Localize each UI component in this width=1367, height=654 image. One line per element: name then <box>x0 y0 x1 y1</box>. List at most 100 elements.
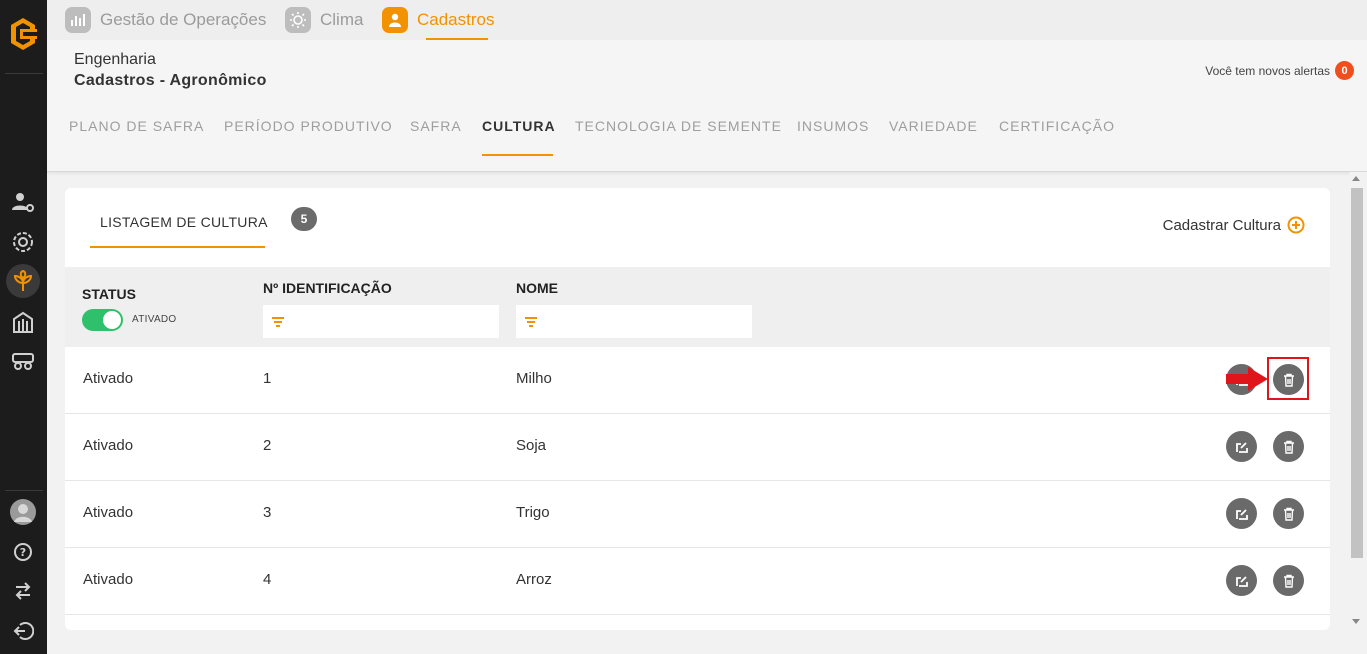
edit-icon <box>1235 441 1248 453</box>
status-cell: Ativado <box>83 370 134 387</box>
table-row: Ativado 4 Arroz <box>65 548 1330 615</box>
edit-icon <box>1235 508 1248 520</box>
name-filter-field[interactable] <box>516 305 752 338</box>
list-tab-label[interactable]: LISTAGEM DE CULTURA <box>100 214 268 230</box>
filter-icon <box>525 316 537 327</box>
tab-certificacao[interactable]: CERTIFICAÇÃO <box>999 118 1115 134</box>
user-avatar[interactable] <box>8 497 38 527</box>
edit-button[interactable] <box>1226 431 1257 462</box>
scroll-up-arrow-icon[interactable] <box>1352 176 1360 181</box>
alerts-count-badge: 0 <box>1335 61 1354 80</box>
operations-chart-icon <box>65 7 91 33</box>
tab-variedade[interactable]: VARIEDADE <box>889 118 978 134</box>
switch-button[interactable] <box>8 576 38 606</box>
target-gear-icon <box>13 232 33 252</box>
logout-icon <box>13 622 34 640</box>
app-tab-label: Clima <box>320 10 364 29</box>
list-tab-indicator <box>90 246 265 248</box>
id-filter-field[interactable] <box>263 305 499 338</box>
sidebar-divider <box>5 73 43 74</box>
silo-icon <box>13 311 33 333</box>
tab-plano-de-safra[interactable]: PLANO DE SAFRA <box>69 118 204 134</box>
active-tab-indicator <box>482 154 553 156</box>
delete-button[interactable] <box>1273 431 1304 462</box>
svg-text:?: ? <box>20 546 26 559</box>
add-crop-button[interactable]: Cadastrar Cultura <box>1163 216 1305 234</box>
app-tab-bar: Gestão de Operações Clima Cadastros <box>47 0 1367 40</box>
annotation-arrow-icon <box>1226 367 1268 391</box>
id-cell: 1 <box>263 370 272 387</box>
sidebar-item-operations[interactable] <box>8 227 38 257</box>
scrollbar-thumb[interactable] <box>1351 188 1363 558</box>
edit-button[interactable] <box>1226 498 1257 529</box>
id-cell: 4 <box>263 571 272 588</box>
status-cell: Ativado <box>83 571 134 588</box>
company-logo[interactable] <box>6 14 40 54</box>
id-cell: 3 <box>263 504 272 521</box>
tab-tecnologia-de-semente[interactable]: TECNOLOGIA DE SEMENTE <box>575 118 782 134</box>
sidebar-item-machinery[interactable] <box>8 345 38 375</box>
sidebar-item-silo[interactable] <box>8 307 38 337</box>
plus-circle-icon <box>1287 216 1305 234</box>
table-row: Ativado 1 Milho <box>65 347 1330 414</box>
delete-button[interactable] <box>1273 565 1304 596</box>
delete-button[interactable] <box>1273 498 1304 529</box>
crop-list-card: LISTAGEM DE CULTURA 5 Cadastrar Cultura … <box>65 188 1330 630</box>
trash-icon <box>1283 440 1294 454</box>
page-header: Engenharia Cadastros - Agronômico Você t… <box>47 40 1367 172</box>
plant-icon <box>13 269 33 291</box>
annotation-highlight-box <box>1267 357 1309 400</box>
alerts-label: Você tem novos alertas <box>1205 63 1330 78</box>
sidebar: ? <box>0 0 47 654</box>
page-title: Cadastros - Agronômico <box>74 72 267 89</box>
id-filter-input[interactable] <box>291 306 481 337</box>
trash-icon <box>1283 574 1294 588</box>
sun-icon <box>285 7 311 33</box>
edit-button[interactable] <box>1226 565 1257 596</box>
status-cell: Ativado <box>83 437 134 454</box>
table-row: Ativado 3 Trigo <box>65 481 1330 548</box>
help-icon: ? <box>14 543 32 561</box>
trash-icon <box>1283 507 1294 521</box>
column-header-status: STATUS <box>82 286 136 302</box>
toggle-knob <box>103 311 121 329</box>
table-row: Ativado 2 Soja <box>65 414 1330 481</box>
status-toggle-label: ATIVADO <box>132 314 177 325</box>
column-header-name: NOME <box>516 280 558 296</box>
app-tab-label: Cadastros <box>417 10 495 29</box>
scroll-down-arrow-icon[interactable] <box>1352 619 1360 624</box>
sidebar-divider <box>5 490 43 491</box>
name-cell: Trigo <box>516 504 550 521</box>
breadcrumb-section: Engenharia <box>74 51 156 68</box>
tab-safra[interactable]: SAFRA <box>410 118 462 134</box>
sidebar-item-user-settings[interactable] <box>8 187 38 217</box>
name-cell: Milho <box>516 370 552 387</box>
logout-button[interactable] <box>8 616 38 646</box>
id-cell: 2 <box>263 437 272 454</box>
avatar-icon <box>10 499 36 525</box>
app-tab-operations[interactable]: Gestão de Operações <box>65 0 266 40</box>
tab-insumos[interactable]: INSUMOS <box>797 118 869 134</box>
app-tab-climate[interactable]: Clima <box>285 0 363 40</box>
column-header-id: Nº IDENTIFICAÇÃO <box>263 280 392 296</box>
user-icon <box>382 7 408 33</box>
status-cell: Ativado <box>83 504 134 521</box>
tab-periodo-produtivo[interactable]: PERÍODO PRODUTIVO <box>224 118 393 134</box>
tractor-icon <box>12 353 34 370</box>
swap-arrows-icon <box>15 582 31 600</box>
name-cell: Arroz <box>516 571 552 588</box>
name-cell: Soja <box>516 437 547 454</box>
tab-cultura[interactable]: CULTURA <box>482 118 556 134</box>
edit-icon <box>1235 575 1248 587</box>
alerts-indicator[interactable]: Você tem novos alertas 0 <box>1205 61 1354 80</box>
sidebar-item-crops[interactable] <box>6 264 40 298</box>
user-gear-icon <box>12 193 34 212</box>
help-button[interactable]: ? <box>8 537 38 567</box>
add-crop-label: Cadastrar Cultura <box>1162 216 1281 234</box>
status-toggle[interactable] <box>82 309 123 331</box>
name-filter-input[interactable] <box>544 306 734 337</box>
app-tab-label: Gestão de Operações <box>100 10 267 29</box>
table-header: STATUS ATIVADO Nº IDENTIFICAÇÃO NOME <box>65 267 1330 347</box>
filter-icon <box>272 316 284 327</box>
app-tab-registrations[interactable]: Cadastros <box>382 0 494 40</box>
